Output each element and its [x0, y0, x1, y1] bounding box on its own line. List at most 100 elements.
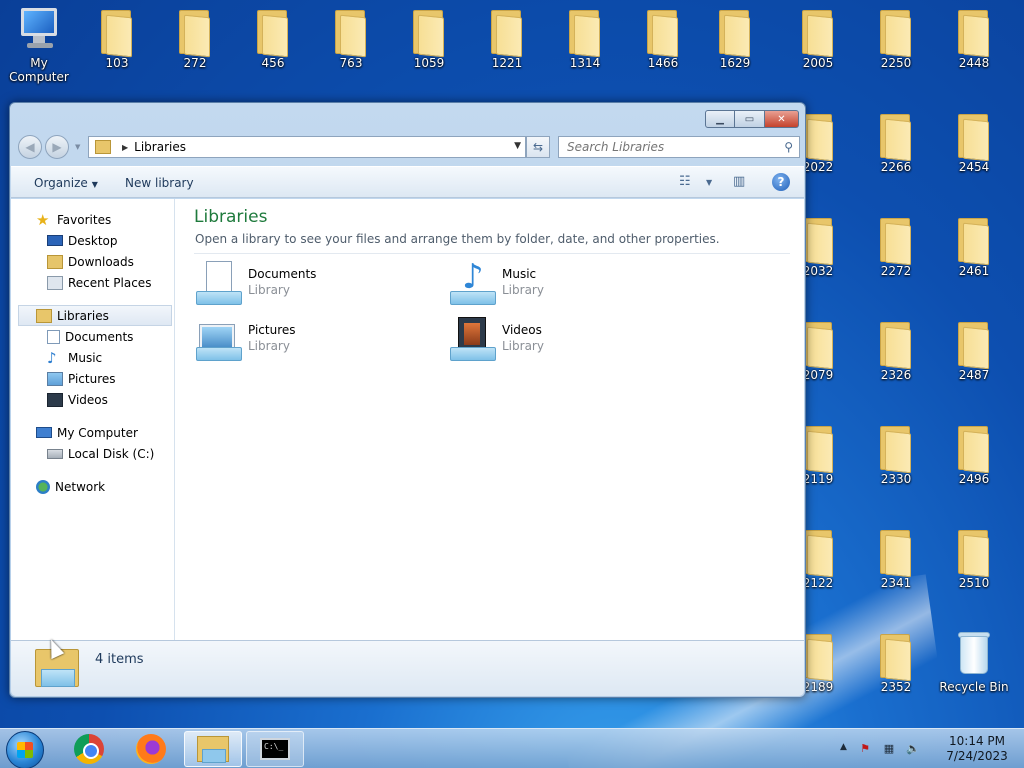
new-library-button[interactable]: New library [125, 176, 194, 190]
start-button[interactable] [6, 731, 44, 768]
file-explorer-icon [197, 736, 229, 763]
desktop-icon-label: 1221 [491, 56, 523, 70]
taskbar-firefox[interactable] [122, 731, 180, 767]
pictures-library-icon [194, 315, 244, 363]
nav-item-pictures[interactable]: Pictures [11, 368, 174, 389]
desktop-folder[interactable]: 2496 [936, 418, 1012, 486]
command-bar: Organize ▼ New library ☷ ▼ ▥ ? [11, 166, 804, 198]
nav-item-music[interactable]: ♪ Music [11, 347, 174, 368]
desktop-folder[interactable]: 2005 [780, 2, 856, 70]
folder-icon [950, 214, 998, 266]
desktop-icon-recycle-bin[interactable]: Recycle Bin [936, 626, 1012, 694]
desktop-folder[interactable]: 456 [235, 2, 311, 70]
folder-icon [950, 6, 998, 58]
close-button[interactable]: ✕ [765, 110, 799, 128]
taskbar-chrome[interactable] [60, 731, 118, 767]
address-bar[interactable]: ▶ Libraries ▼ [88, 136, 526, 158]
action-center-flag-icon[interactable]: ⚑ [858, 742, 872, 756]
desktop-folder[interactable]: 2266 [858, 106, 934, 174]
libraries-icon [95, 140, 111, 154]
clock[interactable]: 10:14 PM 7/24/2023 [942, 734, 1012, 764]
nav-item-local-disk[interactable]: Local Disk (C:) [11, 443, 174, 464]
taskbar-explorer[interactable] [184, 731, 242, 767]
desktop-folder[interactable]: 1629 [697, 2, 773, 70]
breadcrumb-arrow-icon[interactable]: ▶ [122, 143, 128, 152]
desktop-folder[interactable]: 272 [157, 2, 233, 70]
navigation-pane: ★ Favorites Desktop Downloads Recent Plac… [11, 199, 175, 641]
desktop-folder[interactable]: 2326 [858, 314, 934, 382]
forward-button[interactable]: ▶ [45, 135, 69, 159]
desktop-folder[interactable]: 2352 [858, 626, 934, 694]
desktop-folder[interactable]: 2330 [858, 418, 934, 486]
nav-item-my-computer[interactable]: My Computer [11, 422, 174, 443]
refresh-icon: ⇆ [532, 140, 544, 154]
desktop-icon-label: 2330 [880, 472, 912, 486]
maximize-button[interactable]: ▭ [735, 110, 765, 128]
nav-item-desktop[interactable]: Desktop [11, 230, 174, 251]
desktop-folder[interactable]: 2461 [936, 210, 1012, 278]
view-options-dropdown[interactable]: ▼ [706, 178, 712, 187]
change-view-button[interactable]: ☷ [679, 174, 691, 189]
library-type: Library [248, 283, 290, 297]
nav-item-recent-places[interactable]: Recent Places [11, 272, 174, 293]
nav-item-favorites[interactable]: ★ Favorites [11, 209, 174, 230]
desktop-folder[interactable]: 1059 [391, 2, 467, 70]
nav-item-label: Music [68, 350, 103, 365]
nav-item-network[interactable]: Network [11, 476, 174, 497]
volume-muted-icon[interactable]: 🔈 [906, 742, 920, 756]
library-tile-pictures[interactable]: Pictures Library [194, 315, 424, 365]
folder-icon [249, 6, 297, 58]
library-tile-documents[interactable]: Documents Library [194, 259, 424, 309]
desktop-folder[interactable]: 2510 [936, 522, 1012, 590]
network-status-icon[interactable]: ▦ [882, 742, 896, 756]
recent-pages-dropdown[interactable]: ▼ [75, 143, 80, 151]
nav-item-libraries[interactable]: Libraries [18, 305, 172, 326]
recycle-bin-icon [950, 630, 998, 678]
library-tile-videos[interactable]: Videos Library [448, 315, 678, 365]
folder-icon [561, 6, 609, 58]
desktop-folder[interactable]: 1221 [469, 2, 545, 70]
back-button[interactable]: ◀ [18, 135, 42, 159]
desktop-icon-label: 456 [261, 56, 285, 70]
desktop-folder[interactable]: 2272 [858, 210, 934, 278]
desktop-icon-label: 2510 [958, 576, 990, 590]
desktop-folder[interactable]: 2454 [936, 106, 1012, 174]
nav-item-downloads[interactable]: Downloads [11, 251, 174, 272]
taskbar-command-prompt[interactable]: C:\_ [246, 731, 304, 767]
desktop-folder[interactable]: 763 [313, 2, 389, 70]
desktop-folder[interactable]: 2448 [936, 2, 1012, 70]
preview-pane-button[interactable]: ▥ [733, 174, 745, 189]
refresh-button[interactable]: ⇆ [526, 136, 550, 158]
desktop-folder[interactable]: 2250 [858, 2, 934, 70]
minimize-button[interactable]: ▁ [705, 110, 735, 128]
folder-icon [327, 6, 375, 58]
organize-button[interactable]: Organize ▼ [34, 176, 98, 190]
taskbar: C:\_ ▲ ⚑ ▦ 🔈 10:14 PM 7/24/2023 [0, 728, 1024, 768]
nav-item-label: Favorites [57, 212, 112, 227]
desktop-icon-my-computer[interactable]: My Computer [1, 2, 77, 84]
help-icon[interactable]: ? [772, 173, 790, 191]
desktop-icon-label: My Computer [9, 56, 69, 84]
search-input[interactable] [567, 140, 767, 154]
library-name: Documents [248, 267, 317, 281]
desktop-icon-label: 2448 [958, 56, 990, 70]
desktop-folder[interactable]: 103 [79, 2, 155, 70]
nav-item-videos[interactable]: Videos [11, 389, 174, 410]
new-library-label: New library [125, 176, 194, 190]
chrome-icon [74, 734, 104, 764]
folder-icon [171, 6, 219, 58]
desktop-icon-label: 2496 [958, 472, 990, 486]
search-icon[interactable]: ⚲ [784, 140, 793, 154]
nav-item-documents[interactable]: Documents [11, 326, 174, 347]
search-box[interactable]: ⚲ [558, 136, 800, 158]
desktop-icon-label: 1629 [719, 56, 751, 70]
library-tile-music[interactable]: ♪ Music Library [448, 259, 678, 309]
address-dropdown-icon[interactable]: ▼ [514, 141, 521, 151]
desktop-icon-label: Recycle Bin [939, 680, 1009, 694]
desktop-folder[interactable]: 1466 [625, 2, 701, 70]
desktop-folder[interactable]: 1314 [547, 2, 623, 70]
pictures-icon [47, 371, 63, 386]
show-hidden-icons-button[interactable]: ▲ [840, 742, 847, 752]
desktop-folder[interactable]: 2341 [858, 522, 934, 590]
desktop-folder[interactable]: 2487 [936, 314, 1012, 382]
